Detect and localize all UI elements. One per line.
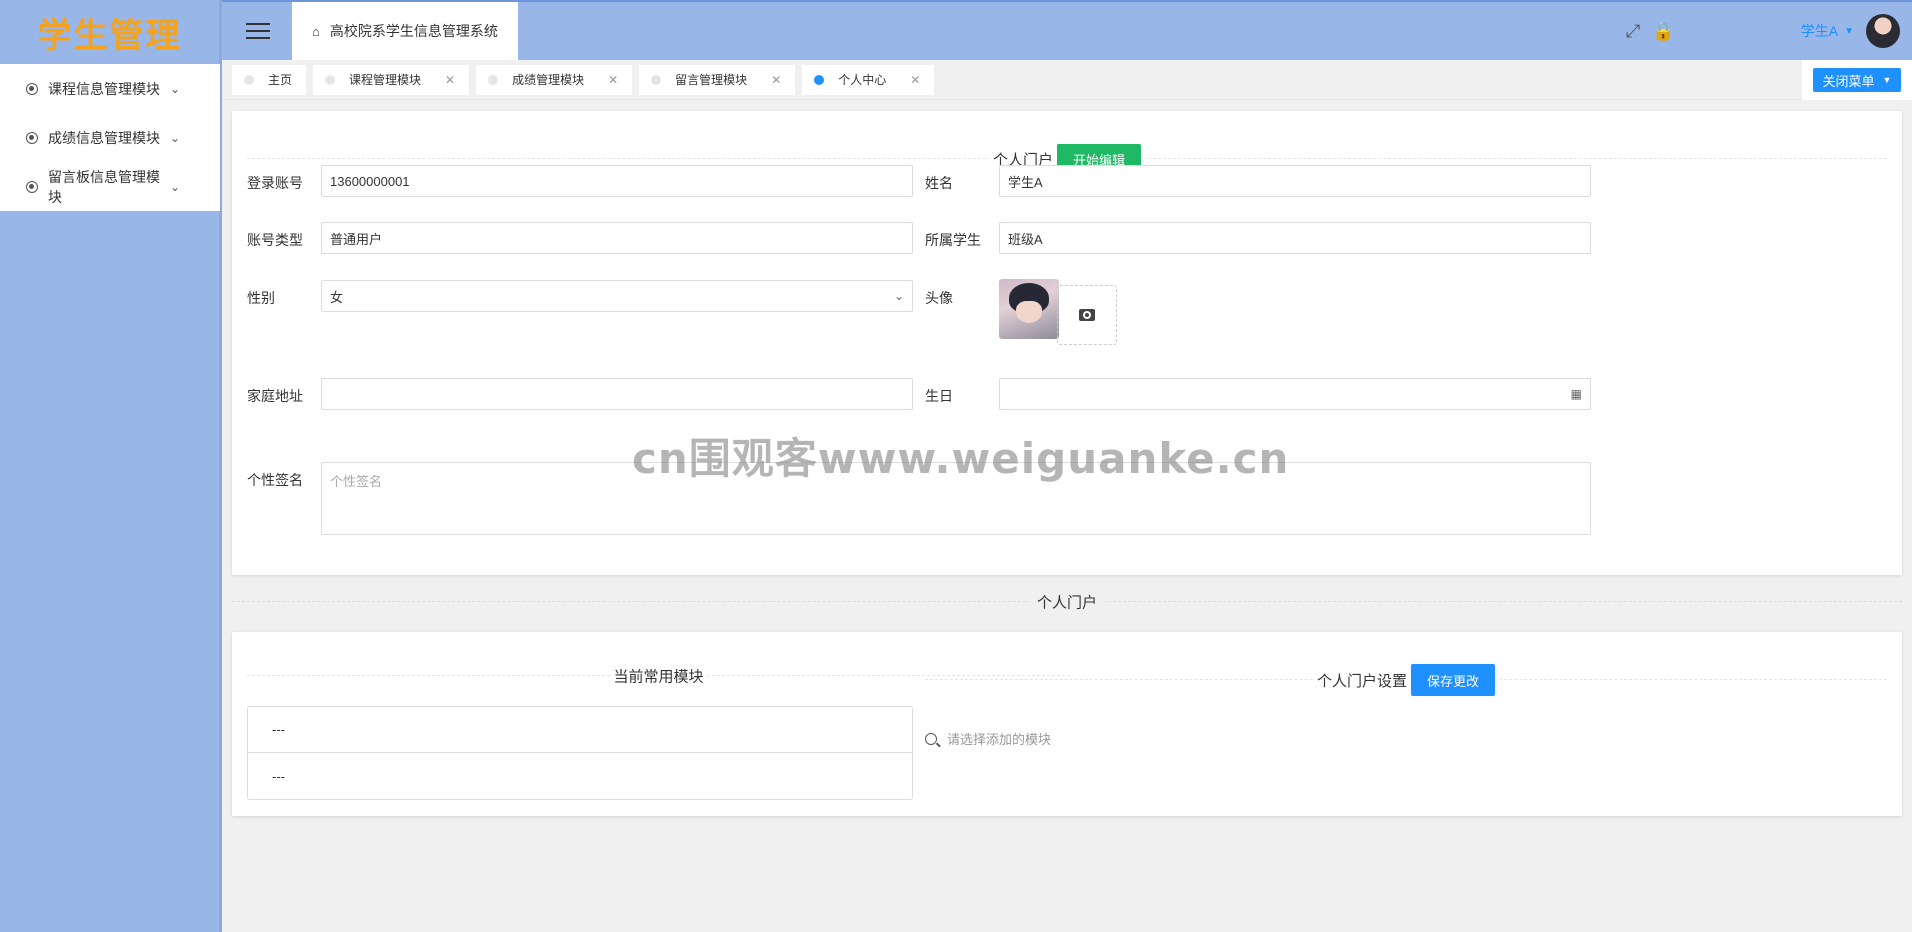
chevron-down-icon: ⌄ [893, 289, 904, 303]
caret-down-icon: ▼ [1882, 75, 1892, 85]
student-of-input[interactable]: 班级A [999, 222, 1591, 254]
sidebar-menu: 课程信息管理模块 ⌄ 成绩信息管理模块 ⌄ 留言板信息管理模块 ⌄ [0, 64, 220, 211]
menu-circle-icon [26, 180, 38, 193]
caret-down-icon[interactable]: ▼ [1844, 26, 1854, 37]
avatar-image [999, 279, 1059, 339]
close-menu-button[interactable]: 关闭菜单 ▼ [1812, 68, 1902, 92]
search-icon [925, 732, 937, 745]
menu-circle-icon [26, 82, 38, 95]
tab-dot-icon [651, 74, 662, 85]
portal-settings-header: 个人门户设置 保存更改 [925, 664, 1887, 696]
signature-label: 个性签名 [247, 472, 303, 488]
sidebar-item-course[interactable]: 课程信息管理模块 ⌄ [0, 64, 220, 113]
close-icon[interactable]: ✕ [910, 73, 920, 87]
tab-dot-icon [325, 74, 336, 85]
close-menu-label: 关闭菜单 [1822, 73, 1875, 89]
sidebar-item-label: 成绩信息管理模块 [48, 129, 160, 146]
profile-panel: 个人门户 开始编辑 登录账号 13600000001 姓名 学生A 账号类型 普… [232, 111, 1902, 575]
tab-dot-icon [244, 74, 254, 85]
hamburger-icon [246, 30, 270, 32]
tab-label: 留言管理模块 [675, 73, 748, 87]
app-logo: 学生管理 [37, 15, 182, 56]
tab-dot-icon [814, 74, 825, 85]
sidebar-item-messages[interactable]: 留言板信息管理模块 ⌄ [0, 162, 220, 211]
header-right: ⤢ 🔒 学生A ▼ [1620, 1, 1912, 61]
signature-textarea[interactable]: 个性签名 [321, 462, 1591, 535]
lock-icon[interactable]: 🔒 [1652, 21, 1674, 42]
account-input[interactable]: 13600000001 [321, 165, 913, 197]
avatar[interactable] [1866, 14, 1900, 48]
menu-toggle-button[interactable] [234, 1, 282, 61]
sidebar-item-grades[interactable]: 成绩信息管理模块 ⌄ [0, 113, 220, 162]
close-icon[interactable]: ✕ [608, 73, 618, 87]
gender-select[interactable]: 女 ⌄ [321, 280, 913, 312]
sidebar-item-label: 留言板信息管理模块 [48, 168, 160, 205]
name-label: 姓名 [925, 175, 953, 191]
tab-course-management[interactable]: 课程管理模块 ✕ [313, 64, 470, 95]
address-input[interactable] [321, 378, 913, 410]
tab-label: 个人中心 [838, 73, 887, 87]
camera-icon [1079, 309, 1095, 321]
sidebar-item-label: 课程信息管理模块 [48, 80, 160, 97]
menu-circle-icon [26, 131, 38, 144]
chevron-down-icon: ⌄ [170, 81, 181, 96]
system-title: 高校院系学生信息管理系统 [329, 23, 498, 39]
tab-message-management[interactable]: 留言管理模块 ✕ [639, 64, 796, 95]
module-search-placeholder: 请选择添加的模块 [947, 732, 1052, 747]
close-menu-area: 关闭菜单 ▼ [1802, 60, 1912, 100]
tab-label: 主页 [268, 73, 293, 87]
profile-section-header: 个人门户 开始编辑 [247, 144, 1887, 174]
portal-section-title: 个人门户 [1028, 591, 1106, 613]
user-name[interactable]: 学生A [1801, 21, 1838, 41]
tab-dot-icon [488, 74, 499, 85]
name-input[interactable]: 学生A [999, 165, 1591, 197]
module-search[interactable]: 请选择添加的模块 [925, 729, 1051, 748]
tab-personal-center[interactable]: 个人中心 ✕ [802, 64, 935, 95]
birthday-label: 生日 [925, 388, 953, 404]
fullscreen-icon[interactable]: ⤢ [1626, 21, 1640, 42]
top-header: ⌂ 高校院系学生信息管理系统 ⤢ 🔒 学生A ▼ [222, 0, 1912, 60]
chevron-down-icon: ⌄ [170, 179, 181, 194]
portal-settings-title: 个人门户设置 [1316, 672, 1407, 690]
save-changes-button[interactable]: 保存更改 [1411, 664, 1496, 696]
close-icon[interactable]: ✕ [445, 73, 455, 87]
list-item[interactable]: --- [248, 753, 912, 799]
tab-label: 课程管理模块 [349, 73, 422, 87]
account-label: 登录账号 [247, 175, 303, 191]
avatar-label: 头像 [925, 290, 953, 306]
list-item[interactable]: --- [248, 707, 912, 753]
chevron-down-icon: ⌄ [170, 130, 181, 145]
close-icon[interactable]: ✕ [771, 73, 781, 87]
tab-label: 成绩管理模块 [512, 73, 585, 87]
home-icon: ⌂ [312, 23, 320, 39]
calendar-icon: ▦ [1570, 387, 1582, 401]
birthday-input[interactable]: ▦ [999, 378, 1591, 410]
address-label: 家庭地址 [247, 388, 303, 404]
tab-grade-management[interactable]: 成绩管理模块 ✕ [476, 64, 633, 95]
account-type-label: 账号类型 [247, 232, 303, 248]
portal-divider: 个人门户 [232, 591, 1902, 613]
system-title-tab[interactable]: ⌂ 高校院系学生信息管理系统 [292, 2, 518, 60]
tab-home[interactable]: 主页 [232, 64, 307, 95]
gender-label: 性别 [247, 290, 275, 306]
account-type-input[interactable]: 普通用户 [321, 222, 913, 254]
student-of-label: 所属学生 [925, 232, 981, 248]
portal-panel: 当前常用模块 --- --- 个人门户设置 保存更改 请选择添加的模块 [232, 632, 1902, 816]
sidebar: 学生管理 课程信息管理模块 ⌄ 成绩信息管理模块 ⌄ 留言板信息管理模块 ⌄ [0, 0, 222, 932]
common-modules-list: --- --- [247, 706, 913, 800]
gender-value: 女 [330, 289, 344, 305]
avatar-upload-button[interactable] [1057, 285, 1117, 345]
tab-bar: 主页 课程管理模块 ✕ 成绩管理模块 ✕ 留言管理模块 ✕ 个人中心 ✕ 关闭菜… [222, 60, 1912, 100]
common-modules-title: 当前常用模块 [613, 668, 704, 686]
common-modules-header: 当前常用模块 [247, 665, 1070, 687]
